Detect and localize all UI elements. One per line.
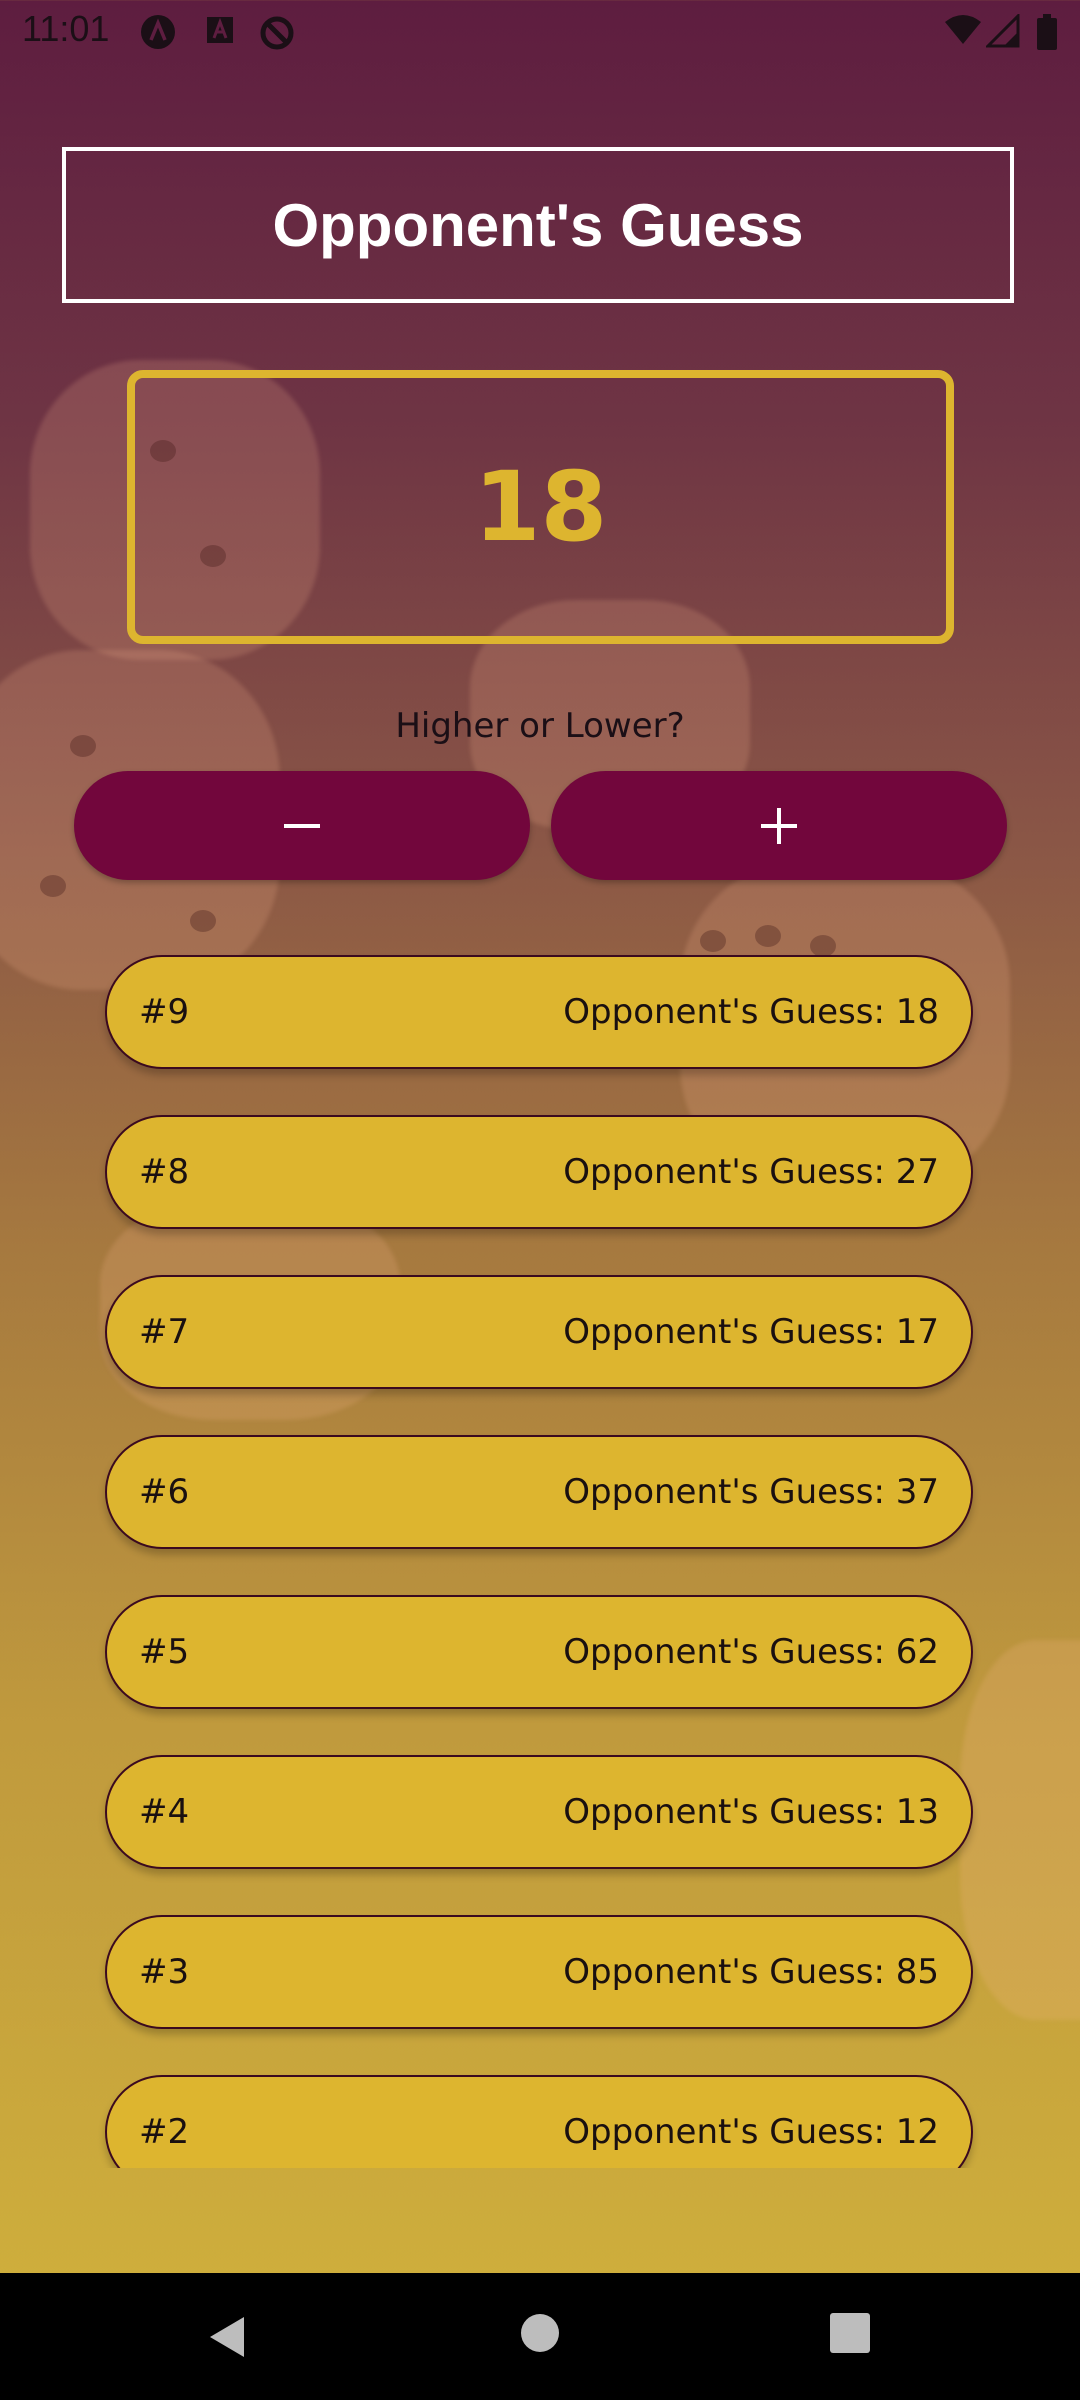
guess-round: #4	[139, 1792, 190, 1832]
guess-log-item: #3 Opponent's Guess: 85	[105, 1915, 973, 2029]
page-title: Opponent's Guess	[62, 147, 1014, 303]
guess-log-item: #6 Opponent's Guess: 37	[105, 1435, 973, 1549]
guess-round: #9	[139, 992, 190, 1032]
navigation-bar	[0, 2273, 1080, 2400]
lower-button[interactable]	[74, 771, 530, 880]
sync-off-icon	[258, 14, 294, 50]
guess-log-item: #5 Opponent's Guess: 62	[105, 1595, 973, 1709]
guess-log-item: #7 Opponent's Guess: 17	[105, 1275, 973, 1389]
guess-value: Opponent's Guess: 37	[563, 1472, 939, 1512]
back-icon[interactable]	[204, 2313, 248, 2365]
guess-value: Opponent's Guess: 17	[563, 1312, 939, 1352]
current-guess-display: 18	[127, 370, 954, 644]
guess-value: Opponent's Guess: 18	[563, 992, 939, 1032]
battery-icon	[1036, 14, 1072, 50]
guess-round: #5	[139, 1632, 190, 1672]
a-icon	[140, 14, 176, 50]
guess-round: #6	[139, 1472, 190, 1512]
guess-round: #8	[139, 1152, 190, 1192]
current-guess-number: 18	[473, 451, 608, 563]
guess-log-item: #8 Opponent's Guess: 27	[105, 1115, 973, 1229]
guess-round: #7	[139, 1312, 190, 1352]
hint-text: Higher or Lower?	[395, 706, 685, 746]
higher-button[interactable]	[551, 771, 1007, 880]
wifi-icon	[944, 14, 981, 50]
guess-log-item: #2 Opponent's Guess: 12	[105, 2075, 973, 2168]
home-icon[interactable]	[520, 2313, 560, 2357]
guess-log-item: #4 Opponent's Guess: 13	[105, 1755, 973, 1869]
guess-value: Opponent's Guess: 27	[563, 1152, 939, 1192]
status-bar: 11:01	[0, 0, 1080, 62]
guess-value: Opponent's Guess: 62	[563, 1632, 939, 1672]
signal-icon	[984, 12, 1022, 50]
guess-log-item: #9 Opponent's Guess: 18	[105, 955, 973, 1069]
guess-value: Opponent's Guess: 12	[563, 2112, 939, 2152]
guess-log-list[interactable]: #9 Opponent's Guess: 18 #8 Opponent's Gu…	[0, 940, 1080, 2168]
status-time: 11:01	[22, 8, 110, 49]
a-box-icon	[204, 14, 240, 50]
guess-value: Opponent's Guess: 13	[563, 1792, 939, 1832]
guess-round: #2	[139, 2112, 190, 2152]
guess-value: Opponent's Guess: 85	[563, 1952, 939, 1992]
recents-icon[interactable]	[830, 2313, 870, 2357]
guess-round: #3	[139, 1952, 190, 1992]
